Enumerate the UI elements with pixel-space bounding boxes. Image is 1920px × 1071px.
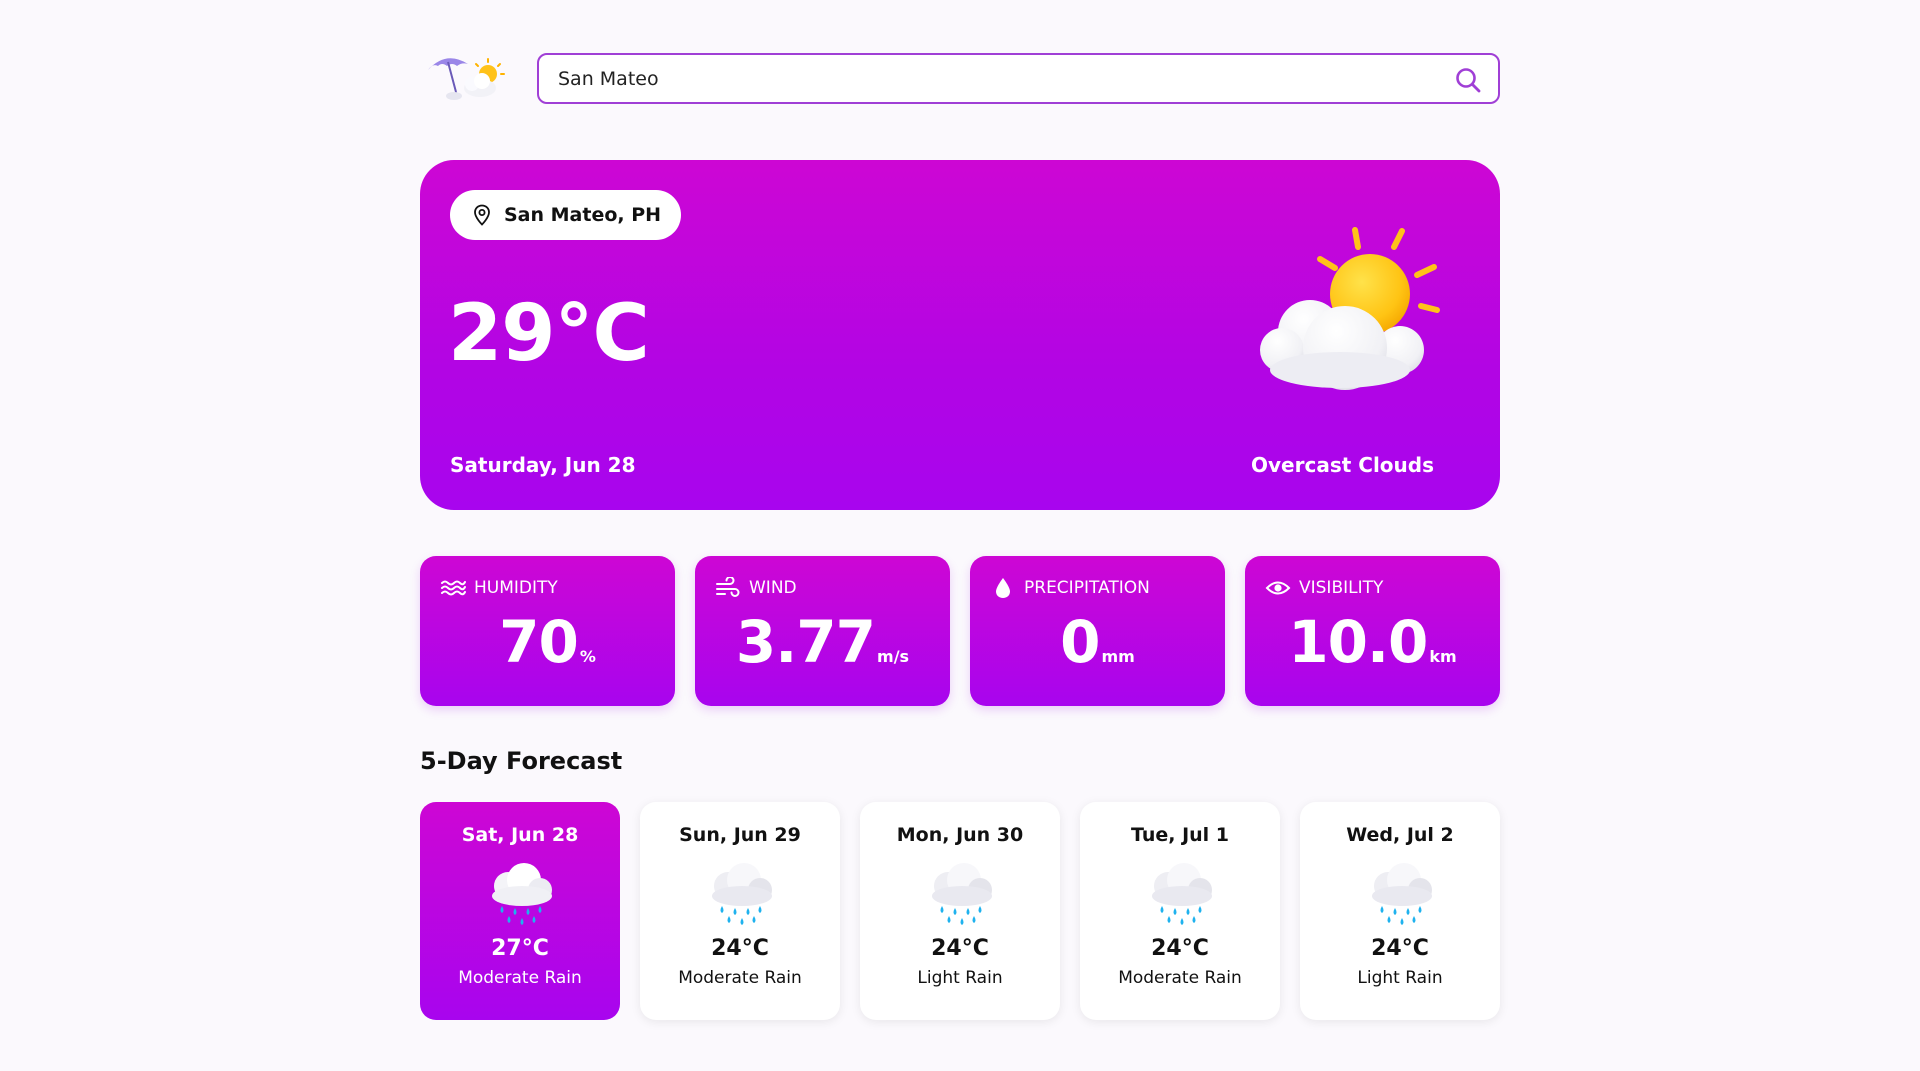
- wind-value: 3.77: [735, 608, 876, 676]
- forecast-row: Sat, Jun 28 27°C Moderate Rain Sun, Jun …: [420, 802, 1500, 1020]
- stat-card-visibility: Visibility 10.0 km: [1245, 556, 1500, 706]
- app-root: San Mateo, PH 29°C Saturday, Jun 28 Over…: [420, 0, 1500, 1071]
- stat-header: Humidity: [440, 577, 558, 599]
- forecast-temp: 24°C: [1371, 936, 1429, 961]
- header: [420, 52, 1500, 108]
- partly-cloudy-icon: [1260, 227, 1440, 390]
- forecast-day: Sat, Jun 28: [461, 824, 579, 846]
- stats-row: Humidity 70% Wind 3.77 m/s: [420, 556, 1500, 706]
- forecast-card-day-3[interactable]: Mon, Jun 30 24°C Light Rain: [860, 802, 1060, 1020]
- humidity-unit: %: [579, 647, 596, 666]
- stat-card-wind: Wind 3.77 m/s: [695, 556, 950, 706]
- stat-card-precipitation: Precipitation 0 mm: [970, 556, 1225, 706]
- stat-header: Wind: [715, 577, 797, 599]
- precipitation-value: 0: [1060, 608, 1100, 676]
- stat-value: 10.0 km: [1245, 608, 1500, 676]
- stat-value: 3.77 m/s: [695, 608, 950, 676]
- current-date: Saturday, Jun 28: [450, 453, 636, 477]
- stat-header: Precipitation: [990, 577, 1150, 599]
- visibility-unit: km: [1429, 647, 1457, 666]
- forecast-card-day-2[interactable]: Sun, Jun 29 24°C Moderate Rain: [640, 802, 840, 1020]
- location-badge: San Mateo, PH: [450, 190, 682, 240]
- forecast-day: Wed, Jul 2: [1346, 824, 1454, 846]
- forecast-desc: Moderate Rain: [678, 968, 802, 988]
- forecast-temp: 27°C: [491, 936, 549, 961]
- search-input[interactable]: [558, 55, 1438, 102]
- stat-value: 70%: [420, 608, 675, 676]
- forecast-desc: Light Rain: [1357, 968, 1443, 988]
- wind-icon: [716, 577, 740, 597]
- forecast-day: Tue, Jul 1: [1130, 824, 1230, 846]
- rain-cloud-icon: [492, 863, 552, 925]
- humidity-icon: [441, 580, 466, 596]
- droplet-icon: [996, 578, 1010, 598]
- visibility-value: 10.0: [1288, 608, 1428, 676]
- forecast-card-day-5[interactable]: Wed, Jul 2 24°C Light Rain: [1300, 802, 1500, 1020]
- rain-cloud-icon: [932, 863, 992, 925]
- precipitation-unit: mm: [1101, 647, 1135, 666]
- rain-cloud-icon: [712, 863, 772, 925]
- current-temperature: 29°C: [448, 289, 650, 379]
- stat-header: Visibility: [1265, 577, 1383, 599]
- search-box: [537, 53, 1500, 104]
- stat-value: 0 mm: [970, 608, 1225, 676]
- forecast-desc: Light Rain: [917, 968, 1003, 988]
- forecast-day: Mon, Jun 30: [896, 824, 1024, 846]
- map-pin-icon: [474, 204, 490, 226]
- forecast-title: 5-Day Forecast: [420, 747, 623, 775]
- forecast-desc: Moderate Rain: [458, 968, 582, 988]
- wind-unit: m/s: [877, 647, 910, 666]
- humidity-value: 70: [499, 608, 579, 676]
- forecast-temp: 24°C: [931, 936, 989, 961]
- eye-icon: [1265, 581, 1291, 595]
- current-condition: Overcast Clouds: [1251, 453, 1434, 477]
- stat-card-humidity: Humidity 70%: [420, 556, 675, 706]
- rain-cloud-icon: [1372, 863, 1432, 925]
- forecast-temp: 24°C: [711, 936, 769, 961]
- forecast-desc: Moderate Rain: [1118, 968, 1242, 988]
- forecast-card-day-1[interactable]: Sat, Jun 28 27°C Moderate Rain: [420, 802, 620, 1020]
- forecast-card-day-4[interactable]: Tue, Jul 1 24°C Moderate Rain: [1080, 802, 1280, 1020]
- forecast-day: Sun, Jun 29: [679, 824, 801, 846]
- forecast-temp: 24°C: [1151, 936, 1209, 961]
- stat-label: Wind: [749, 578, 797, 598]
- stat-label: Visibility: [1299, 578, 1384, 598]
- current-weather-card: San Mateo, PH 29°C Saturday, Jun 28 Over…: [420, 160, 1500, 510]
- stat-label: Humidity: [474, 578, 558, 598]
- location-name: San Mateo, PH: [504, 204, 662, 226]
- app-logo-icon[interactable]: [424, 52, 510, 108]
- stat-label: Precipitation: [1024, 578, 1150, 598]
- search-icon[interactable]: [1454, 66, 1482, 94]
- rain-cloud-icon: [1152, 863, 1212, 925]
